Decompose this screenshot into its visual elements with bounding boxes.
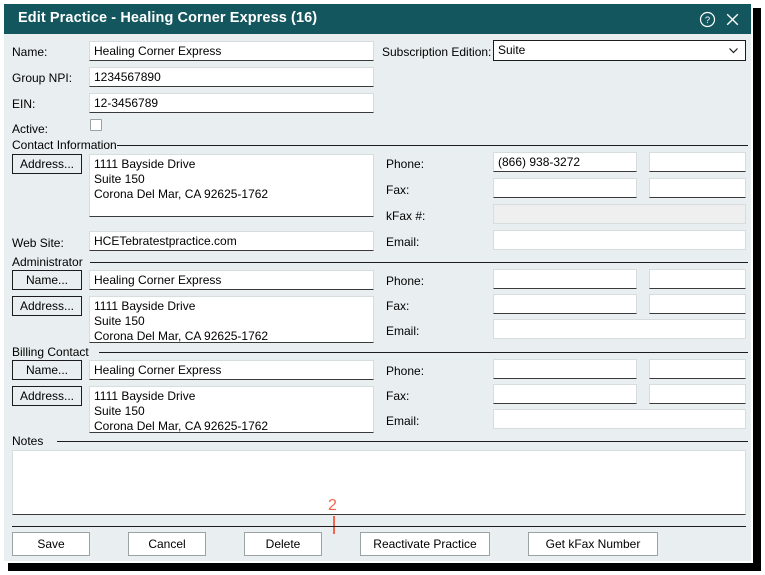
billing-name-button[interactable]: Name... (12, 360, 82, 380)
group-npi-input[interactable]: 1234567890 (89, 67, 374, 87)
billing-address-button[interactable]: Address... (12, 386, 82, 406)
contact-phone-label: Phone: (386, 157, 425, 171)
administrator-phone-label: Phone: (386, 274, 425, 288)
group-npi-label: Group NPI: (12, 71, 73, 85)
contact-phone-ext-input[interactable] (649, 152, 746, 172)
website-label: Web Site: (12, 236, 64, 250)
subscription-edition-select[interactable]: Suite (493, 40, 746, 61)
billing-email-input[interactable] (493, 409, 746, 429)
administrator-caption: Administrator (12, 255, 83, 269)
administrator-fax-input[interactable] (493, 294, 637, 314)
contact-information-caption: Contact Information (12, 138, 117, 152)
administrator-fax-ext-input[interactable] (649, 294, 746, 314)
billing-address-input[interactable]: 1111 Bayside Drive Suite 150 Corona Del … (89, 386, 374, 433)
billing-fax-input[interactable] (493, 384, 637, 404)
dialog-body: Name: Healing Corner Express Group NPI: … (4, 34, 751, 561)
annotation-pointer-line (333, 516, 335, 534)
billing-contact-group-header: Billing Contact (12, 345, 748, 359)
footer-divider (12, 526, 746, 527)
kfax-label: kFax #: (386, 209, 426, 223)
administrator-phone-input[interactable] (493, 269, 637, 289)
notes-group-header: Notes (12, 434, 748, 448)
title-bar: Edit Practice - Healing Corner Express (… (4, 4, 751, 34)
window-title: Edit Practice - Healing Corner Express (… (18, 10, 318, 26)
contact-fax-input[interactable] (493, 178, 637, 198)
subscription-edition-value: Suite (498, 43, 526, 57)
help-circle-icon[interactable]: ? (697, 9, 717, 29)
administrator-rule (90, 262, 748, 263)
contact-phone-input[interactable]: (866) 938-3272 (493, 152, 637, 172)
active-label: Active: (12, 122, 49, 136)
billing-contact-caption: Billing Contact (12, 345, 89, 359)
name-input[interactable]: Healing Corner Express (89, 41, 374, 61)
svg-text:?: ? (704, 15, 709, 26)
administrator-group-header: Administrator (12, 255, 748, 269)
administrator-name-input[interactable]: Healing Corner Express (89, 270, 374, 290)
notes-rule (57, 441, 748, 442)
contact-address-input[interactable]: 1111 Bayside Drive Suite 150 Corona Del … (89, 154, 374, 217)
notes-caption: Notes (12, 434, 44, 448)
administrator-address-button[interactable]: Address... (12, 296, 82, 316)
billing-contact-rule (99, 352, 748, 353)
billing-fax-ext-input[interactable] (649, 384, 746, 404)
administrator-email-label: Email: (386, 324, 420, 338)
billing-phone-input[interactable] (493, 359, 637, 379)
billing-name-input[interactable]: Healing Corner Express (89, 360, 374, 380)
contact-address-button[interactable]: Address... (12, 154, 82, 174)
contact-fax-ext-input[interactable] (649, 178, 746, 198)
edit-practice-dialog: Edit Practice - Healing Corner Express (… (2, 2, 753, 563)
contact-fax-label: Fax: (386, 183, 410, 197)
ein-label: EIN: (12, 97, 36, 111)
billing-fax-label: Fax: (386, 389, 410, 403)
get-kfax-number-button[interactable]: Get kFax Number (528, 532, 658, 556)
administrator-name-button[interactable]: Name... (12, 270, 82, 290)
contact-email-label: Email: (386, 235, 420, 249)
administrator-phone-ext-input[interactable] (649, 269, 746, 289)
close-icon[interactable] (722, 9, 742, 29)
kfax-input (493, 204, 746, 224)
ein-input[interactable]: 12-3456789 (89, 93, 374, 113)
administrator-email-input[interactable] (493, 319, 746, 339)
subscription-edition-label: Subscription Edition: (382, 45, 492, 59)
reactivate-practice-button[interactable]: Reactivate Practice (360, 532, 490, 556)
contact-information-rule (117, 145, 748, 146)
contact-email-input[interactable] (493, 230, 746, 250)
website-input[interactable]: HCETebratestpractice.com (89, 231, 374, 251)
billing-phone-label: Phone: (386, 364, 425, 378)
chevron-down-icon (728, 45, 738, 55)
billing-phone-ext-input[interactable] (649, 359, 746, 379)
name-label: Name: (12, 45, 48, 59)
active-checkbox[interactable] (90, 119, 102, 131)
cancel-button[interactable]: Cancel (128, 532, 206, 556)
save-button[interactable]: Save (12, 532, 90, 556)
administrator-fax-label: Fax: (386, 299, 410, 313)
delete-button[interactable]: Delete (244, 532, 322, 556)
administrator-address-input[interactable]: 1111 Bayside Drive Suite 150 Corona Del … (89, 296, 374, 343)
contact-information-group-header: Contact Information (12, 138, 748, 152)
billing-email-label: Email: (386, 414, 420, 428)
annotation-number-2: 2 (328, 497, 337, 514)
notes-textarea[interactable] (12, 450, 746, 515)
